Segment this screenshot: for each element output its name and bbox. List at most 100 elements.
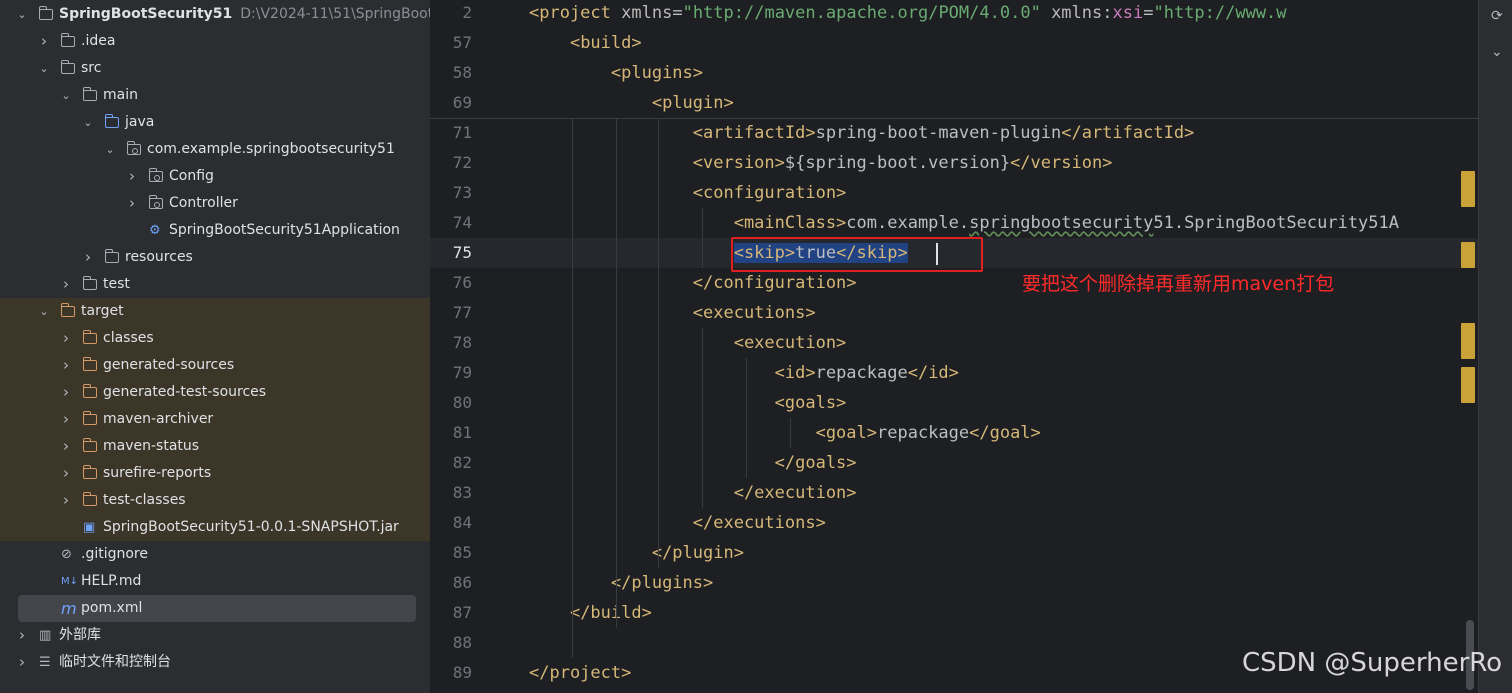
tree-item-label: classes [103, 325, 154, 352]
chevron-down-icon[interactable]: ⌄ [1491, 44, 1503, 60]
chevron-right-icon[interactable]: › [59, 460, 73, 487]
code-line[interactable]: 57 <build> [430, 28, 1478, 58]
chevron-down-icon[interactable]: ⌄ [15, 1, 29, 28]
chevron-right-icon[interactable]: › [37, 28, 51, 55]
code-text[interactable]: <id>repackage</id> [529, 358, 959, 388]
tree-item[interactable]: ⊘ .gitignore [0, 541, 430, 568]
indent-guide [702, 208, 703, 268]
code-line[interactable]: 87 </build> [430, 598, 1478, 628]
tree-item[interactable]: › ▥ 外部库 [0, 622, 430, 649]
maven-reload-icon[interactable]: ⟳ [1491, 8, 1503, 24]
tree-item[interactable]: m pom.xml [0, 595, 430, 622]
tree-item[interactable]: › resources [0, 244, 430, 271]
chevron-right-icon[interactable]: › [81, 244, 95, 271]
tree-item[interactable]: ▣ SpringBootSecurity51-0.0.1-SNAPSHOT.jar [0, 514, 430, 541]
tree-item[interactable]: › generated-sources [0, 352, 430, 379]
chevron-right-icon[interactable]: › [59, 487, 73, 514]
code-text[interactable]: <goal>repackage</goal> [529, 418, 1041, 448]
code-line[interactable]: 72 <version>${spring-boot.version}</vers… [430, 148, 1478, 178]
gutter-marker[interactable] [1461, 367, 1475, 403]
indent-guide [746, 358, 747, 478]
code-text[interactable]: <configuration> [529, 178, 847, 208]
code-text[interactable]: </build> [529, 598, 652, 628]
code-text[interactable]: <build> [529, 28, 642, 58]
tree-item[interactable]: ⌄ main [0, 82, 430, 109]
tree-item[interactable]: ⌄ target [0, 298, 430, 325]
code-text[interactable]: <plugin> [529, 88, 734, 118]
code-text[interactable]: </plugin> [529, 538, 744, 568]
tree-item[interactable]: › maven-status [0, 433, 430, 460]
code-text[interactable]: </goals> [529, 448, 857, 478]
tree-item-name: generated-sources [103, 357, 235, 373]
chevron-right-icon[interactable]: › [125, 163, 139, 190]
tree-item-name: main [103, 87, 138, 103]
chevron-down-icon[interactable]: ⌄ [59, 82, 73, 109]
code-line[interactable]: 81 <goal>repackage</goal> [430, 418, 1478, 448]
chevron-right-icon[interactable]: › [59, 433, 73, 460]
tree-item-label: surefire-reports [103, 460, 211, 487]
tree-item[interactable]: › test-classes [0, 487, 430, 514]
code-text[interactable]: </plugins> [529, 568, 713, 598]
tree-item[interactable]: › classes [0, 325, 430, 352]
code-line[interactable]: 85 </plugin> [430, 538, 1478, 568]
code-text[interactable]: </configuration> [529, 268, 857, 298]
code-text[interactable]: </project> [529, 658, 631, 688]
tree-item-label: SpringBootSecurity51-0.0.1-SNAPSHOT.jar [103, 514, 399, 541]
tree-item[interactable]: › ☰ 临时文件和控制台 [0, 649, 430, 676]
tree-item[interactable]: › test [0, 271, 430, 298]
chevron-down-icon[interactable]: ⌄ [37, 55, 51, 82]
chevron-right-icon[interactable]: › [59, 271, 73, 298]
tree-item[interactable]: ⌄ com.example.springbootsecurity51 [0, 136, 430, 163]
code-line[interactable]: 79 <id>repackage</id> [430, 358, 1478, 388]
code-line[interactable]: 80 <goals> [430, 388, 1478, 418]
code-editor[interactable]: 2 <project xmlns="http://maven.apache.org… [430, 0, 1478, 693]
code-line[interactable]: 78 <execution> [430, 328, 1478, 358]
tree-item[interactable]: › Config [0, 163, 430, 190]
code-line[interactable]: 74 <mainClass>com.example.springbootsecu… [430, 208, 1478, 238]
chevron-right-icon[interactable]: › [59, 352, 73, 379]
code-text[interactable]: <mainClass>com.example.springbootsecurit… [529, 208, 1399, 238]
code-line[interactable]: 77 <executions> [430, 298, 1478, 328]
tree-item[interactable]: › maven-archiver [0, 406, 430, 433]
gutter-marker[interactable] [1461, 171, 1475, 207]
code-line[interactable]: 73 <configuration> [430, 178, 1478, 208]
indent-guide [572, 118, 573, 658]
tree-item[interactable]: › generated-test-sources [0, 379, 430, 406]
tree-item[interactable]: M↓ HELP.md [0, 568, 430, 595]
code-text[interactable]: <project xmlns="http://maven.apache.org/… [529, 0, 1287, 28]
tree-item[interactable]: ⚙ SpringBootSecurity51Application [0, 217, 430, 244]
chevron-down-icon[interactable]: ⌄ [103, 136, 117, 163]
code-line[interactable]: 86 </plugins> [430, 568, 1478, 598]
tree-item[interactable]: › surefire-reports [0, 460, 430, 487]
code-text[interactable]: <artifactId>spring-boot-maven-plugin</ar… [529, 118, 1195, 148]
gutter-marker[interactable] [1461, 323, 1475, 359]
code-line[interactable]: 69 <plugin> [430, 88, 1478, 118]
code-text[interactable]: <goals> [529, 388, 847, 418]
chevron-right-icon[interactable]: › [125, 190, 139, 217]
code-text[interactable]: </executions> [529, 508, 826, 538]
excluded-folder-icon [82, 465, 99, 481]
code-line[interactable]: 83 </execution> [430, 478, 1478, 508]
code-line[interactable]: 82 </goals> [430, 448, 1478, 478]
code-line[interactable]: 84 </executions> [430, 508, 1478, 538]
code-text[interactable]: </execution> [529, 478, 857, 508]
chevron-right-icon[interactable]: › [15, 649, 29, 676]
gutter-marker[interactable] [1461, 242, 1475, 268]
tree-item[interactable]: ⌄ SpringBootSecurity51 D:\V2024-11\51\Spri… [0, 1, 430, 28]
chevron-right-icon[interactable]: › [59, 379, 73, 406]
code-line[interactable]: 2 <project xmlns="http://maven.apache.org… [430, 0, 1478, 28]
tree-item[interactable]: ⌄ src [0, 55, 430, 82]
tree-item[interactable]: › Controller [0, 190, 430, 217]
tree-item[interactable]: › .idea [0, 28, 430, 55]
line-number: 75 [452, 243, 472, 262]
chevron-right-icon[interactable]: › [59, 325, 73, 352]
code-text[interactable]: <execution> [529, 328, 847, 358]
chevron-right-icon[interactable]: › [59, 406, 73, 433]
code-line[interactable]: 58 <plugins> [430, 58, 1478, 88]
code-line[interactable]: 71 <artifactId>spring-boot-maven-plugin<… [430, 118, 1478, 148]
chevron-right-icon[interactable]: › [15, 622, 29, 649]
chevron-down-icon[interactable]: ⌄ [81, 109, 95, 136]
chevron-down-icon[interactable]: ⌄ [37, 298, 51, 325]
code-text[interactable]: <plugins> [529, 58, 703, 88]
tree-item[interactable]: ⌄ java [0, 109, 430, 136]
